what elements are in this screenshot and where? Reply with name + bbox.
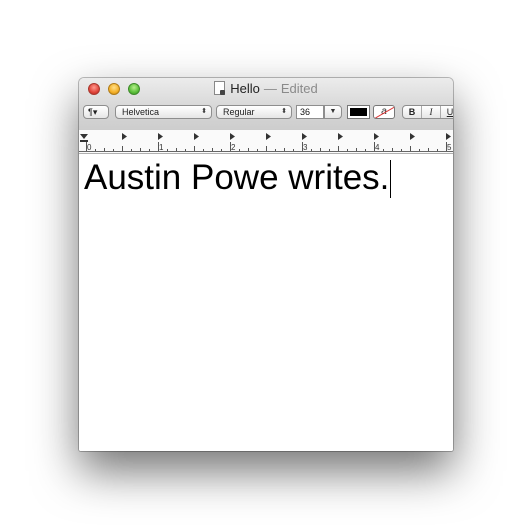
font-family-popup[interactable]: Helvetica ⬍ — [115, 105, 212, 119]
ruler-label: 2 — [231, 143, 236, 152]
tab-stop-marker — [158, 133, 163, 140]
highlight-glyph: a — [381, 106, 387, 117]
tab-stop-marker — [374, 133, 379, 140]
ruler-ticks — [79, 133, 453, 152]
textedit-window: Hello — Edited ¶▾ Helvetica ⬍ Regular ⬍ 36… — [79, 78, 453, 451]
tab-stop-marker — [410, 133, 415, 140]
first-line-indent-marker — [80, 140, 88, 142]
font-family-value: Helvetica — [122, 107, 160, 117]
text-style-segmented-control: B I U — [402, 105, 453, 119]
title-bar[interactable]: Hello — Edited ¶▾ Helvetica ⬍ Regular ⬍ 36… — [79, 78, 453, 131]
tab-stop-marker — [446, 133, 451, 140]
ruler-label: 0 — [87, 143, 92, 152]
text-cursor — [390, 160, 392, 198]
chevron-down-icon: ▼ — [329, 108, 337, 115]
ruler[interactable]: 0 1 2 3 4 5 — [79, 130, 453, 154]
text-color-swatch — [350, 108, 367, 116]
ruler-label: 3 — [303, 143, 308, 152]
font-style-value: Regular — [223, 107, 255, 117]
ruler-label: 5 — [447, 143, 452, 152]
document-body[interactable]: Austin Powe writes. — [84, 158, 392, 198]
ruler-label: 4 — [375, 143, 380, 152]
text-color-well[interactable] — [347, 105, 370, 119]
underline-button[interactable]: U — [441, 106, 453, 118]
window-title: Hello — Edited — [79, 81, 453, 97]
document-proxy-icon[interactable] — [214, 81, 226, 95]
ruler-label: 1 — [159, 143, 164, 152]
tab-stop-marker — [302, 133, 307, 140]
italic-button[interactable]: I — [422, 106, 441, 118]
text-area[interactable]: Austin Powe writes. — [79, 154, 453, 451]
tab-stop-marker — [122, 133, 127, 140]
font-style-popup[interactable]: Regular ⬍ — [216, 105, 292, 119]
up-down-arrows-icon: ⬍ — [281, 108, 287, 115]
paragraph-icon: ¶▾ — [88, 107, 98, 117]
left-indent-marker — [80, 134, 88, 139]
document-name[interactable]: Hello — [230, 81, 260, 96]
font-size-field[interactable]: 36 — [296, 105, 324, 119]
tab-stop-marker — [266, 133, 271, 140]
tab-stop-marker — [194, 133, 199, 140]
font-size-dropdown-button[interactable]: ▼ — [324, 105, 342, 119]
up-down-arrows-icon: ⬍ — [201, 108, 207, 115]
edited-status[interactable]: Edited — [281, 81, 318, 96]
tab-stop-marker — [338, 133, 343, 140]
bold-button[interactable]: B — [403, 106, 422, 118]
document-text: Austin Powe writes. — [84, 158, 390, 197]
title-separator: — — [263, 81, 277, 96]
tab-stop-marker — [230, 133, 235, 140]
highlight-color-well[interactable]: a — [373, 105, 395, 119]
paragraph-styles-popup[interactable]: ¶▾ — [83, 105, 109, 119]
format-bar: ¶▾ Helvetica ⬍ Regular ⬍ 36 ▼ a B I U — [79, 105, 453, 123]
